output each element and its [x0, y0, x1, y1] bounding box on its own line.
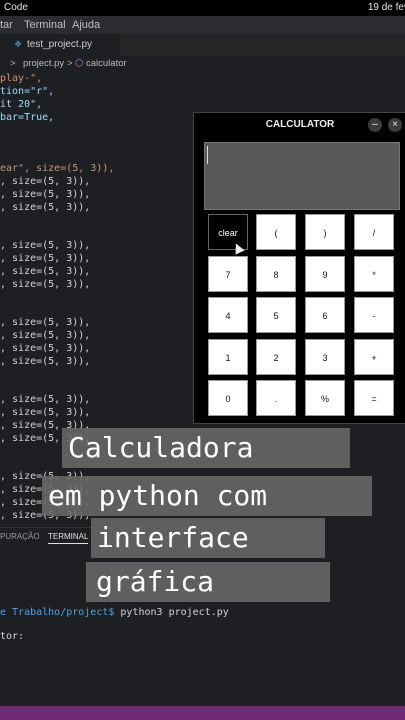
key-plus-button[interactable]: +	[354, 338, 394, 375]
caption-line-4: gráfica	[86, 562, 330, 602]
caption-line-2: em python com	[42, 476, 372, 516]
key-1-button[interactable]: 1	[208, 338, 248, 375]
key-percent-button[interactable]: %	[305, 380, 345, 416]
code-line: , size=(5, 3)),	[0, 188, 91, 200]
code-line: , size=(5, 3)),	[0, 317, 91, 329]
breadcrumb-symbol[interactable]: calculator	[86, 58, 127, 69]
key-multiply-button[interactable]: *	[354, 255, 394, 292]
code-line: , size=(5, 3)),	[0, 265, 91, 277]
menu-item-terminal[interactable]: Terminal	[24, 19, 66, 31]
code-line: , size=(5, 3)),	[0, 278, 91, 290]
tab-debug-console[interactable]: PURAÇÃO	[0, 532, 40, 541]
terminal-output: tor:	[0, 631, 25, 642]
code-line: , size=(5, 3)),	[0, 175, 91, 187]
key-6-button[interactable]: 6	[305, 297, 345, 333]
close-button[interactable]: ×	[388, 118, 402, 132]
code-line: , size=(5, 3)),	[0, 201, 91, 213]
key-close-paren-button[interactable]: )	[305, 214, 345, 250]
code-line: , size=(5, 3)),	[0, 407, 91, 419]
tab-terminal[interactable]: TERMINAL	[48, 532, 89, 544]
python-file-icon: ❖	[14, 39, 23, 49]
code-line: play-",	[0, 73, 43, 84]
breadcrumb-separator: >	[10, 58, 16, 69]
symbol-icon: ⬡	[75, 58, 84, 69]
code-line: , size=(5, 3)),	[0, 355, 91, 367]
key-3-button[interactable]: 3	[305, 338, 345, 375]
key-divide-button[interactable]: /	[354, 214, 394, 250]
key-7-button[interactable]: 7	[208, 255, 248, 292]
code-line: , size=(5, 3)),	[0, 252, 91, 264]
key-8-button[interactable]: 8	[256, 255, 296, 292]
key-decimal-button[interactable]: .	[256, 380, 296, 416]
code-line: bar=True,	[0, 111, 55, 123]
calculator-window: CALCULATOR – × clear()/7 8 9 * 4 5 6-1 2 3 +0.% =	[193, 112, 405, 424]
editor-tab-bar: ❖ test_project.py	[0, 34, 405, 56]
minimize-button[interactable]: –	[368, 118, 382, 132]
terminal-prompt: e Trabalho/project$	[0, 607, 115, 618]
breadcrumb-separator: >	[67, 58, 73, 69]
code-line: ear", size=(5, 3)),	[0, 162, 115, 174]
breadcrumb-file[interactable]: project.py	[23, 58, 64, 69]
key-2-button[interactable]: 2	[256, 338, 296, 375]
terminal-command-line: e Trabalho/project$ python3 project.py	[0, 607, 229, 618]
code-line: , size=(5, 3)),	[0, 342, 91, 354]
text-cursor	[207, 146, 208, 164]
key-9-button[interactable]: 9	[305, 255, 345, 292]
menu-item-selection[interactable]: tar	[0, 19, 13, 31]
key-0-button[interactable]: 0	[208, 380, 248, 416]
key-4-button[interactable]: 4	[208, 297, 248, 333]
code-line: , size=(5, 3)),	[0, 330, 91, 341]
caption-line-1: Calculadora	[62, 428, 350, 468]
key-equals-button[interactable]: =	[354, 380, 394, 416]
code-line: tion="r",	[0, 85, 55, 97]
key-open-paren-button[interactable]: (	[256, 214, 296, 250]
breadcrumb: > project.py > ⬡ calculator	[0, 57, 405, 71]
code-line: , size=(5, 3)),	[0, 240, 91, 252]
calculator-display[interactable]	[204, 142, 400, 210]
key-minus-button[interactable]: -	[354, 297, 394, 333]
key-5-button[interactable]: 5	[256, 297, 296, 333]
menu-item-help[interactable]: Ajuda	[72, 19, 100, 31]
clock-date[interactable]: 19 de fev	[368, 2, 405, 13]
code-line: , size=(5, 3)),	[0, 394, 91, 406]
menu-bar: tar Terminal Ajuda	[0, 16, 405, 34]
caption-line-3: interface	[91, 518, 325, 558]
editor-tab[interactable]: ❖ test_project.py	[0, 34, 120, 56]
system-top-bar: Code 19 de fev	[0, 0, 405, 16]
editor-tab-label: test_project.py	[27, 39, 93, 50]
code-line: it 20",	[0, 98, 43, 110]
status-bar	[0, 706, 405, 720]
terminal-command: python3 project.py	[114, 607, 229, 618]
app-name: Code	[4, 2, 28, 13]
